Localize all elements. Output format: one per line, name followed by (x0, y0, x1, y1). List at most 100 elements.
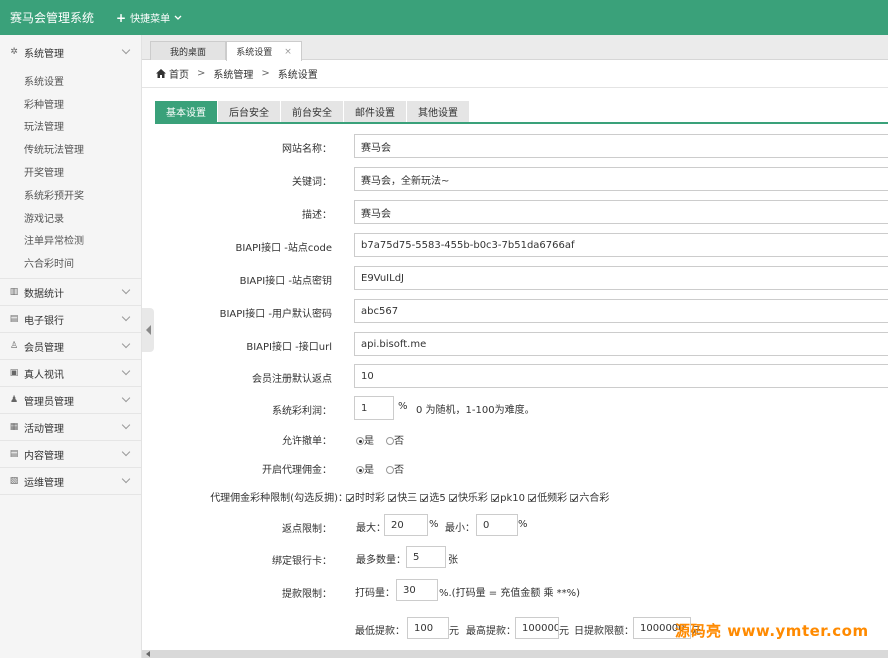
field-label: 代理佣金彩种限制(勾选反拥)： (210, 493, 348, 504)
sidebar-head-live[interactable]: ▣ 真人视讯 (0, 360, 141, 386)
checkbox-option[interactable]: 选5 (420, 493, 446, 504)
sidebar-head-activity[interactable]: ▦ 活动管理 (0, 414, 141, 440)
close-icon[interactable]: × (284, 47, 292, 57)
horizontal-scrollbar[interactable] (142, 650, 888, 658)
sidebar-item-draw-management[interactable]: 开奖管理 (0, 160, 141, 183)
radio-checked[interactable] (356, 466, 364, 474)
bank-card-count-input[interactable]: 5 (406, 546, 446, 568)
sidebar-head-stats[interactable]: ▥ 数据统计 (0, 279, 141, 305)
sidebar-head-label: 管理员管理 (24, 396, 74, 408)
chevron-down-icon (121, 447, 131, 457)
sidebar: ✲ 系统管理 系统设置 彩种管理 玩法管理 传统玩法管理 开奖管理 系统彩预开奖… (0, 35, 142, 658)
checkbox-option[interactable]: 快三 (388, 493, 417, 504)
checkbox[interactable] (528, 494, 537, 502)
tab-frontend-security[interactable]: 前台安全 (281, 101, 343, 122)
settings-tabs: 基本设置 后台安全 前台安全 邮件设置 其他设置 (155, 101, 888, 124)
tab-system-settings[interactable]: 系统设置 × (226, 41, 302, 61)
settings-form: 网站名称： 赛马会 关键词： 赛马会，全新玩法~ 描述： 赛马会 BIAPI接口… (142, 124, 888, 658)
tab-my-desktop[interactable]: 我的桌面 (150, 41, 226, 60)
bar-chart-icon: ▥ (9, 287, 19, 298)
sidebar-item-system-settings[interactable]: 系统设置 (0, 69, 141, 92)
allow-cancel-no[interactable]: 否 (386, 432, 404, 447)
biapi-key-input[interactable]: E9VuILdJ (354, 266, 888, 290)
checkbox[interactable] (388, 494, 397, 502)
field-label: 关键词： (292, 177, 332, 188)
sidebar-head-system[interactable]: ✲ 系统管理 (0, 35, 141, 69)
sidebar-group-admins: ♟ 管理员管理 (0, 387, 141, 415)
keywords-input[interactable]: 赛马会，全新玩法~ (354, 167, 888, 191)
field-label: 绑定银行卡： (272, 556, 332, 567)
sidebar-item-mark-six-time[interactable]: 六合彩时间 (0, 251, 141, 274)
biapi-code-input[interactable]: b7a75d75-5583-455b-b0c3-7b51da6766af (354, 233, 888, 257)
checkbox[interactable] (448, 494, 457, 502)
breadcrumb-home[interactable]: 首页 (169, 66, 189, 81)
radio-unchecked[interactable] (386, 466, 394, 474)
quick-menu-button[interactable]: + 快捷菜单 (116, 10, 182, 25)
checkbox-option[interactable]: 快乐彩 (448, 493, 488, 504)
sidebar-head-admins[interactable]: ♟ 管理员管理 (0, 387, 141, 413)
min-withdraw-input[interactable]: 100 (407, 617, 449, 639)
radio-checked[interactable] (356, 437, 364, 445)
allow-cancel-yes[interactable]: 是 (356, 432, 374, 447)
radio-unchecked[interactable] (386, 437, 394, 445)
gear-icon: ✲ (10, 47, 18, 57)
checkbox[interactable] (420, 494, 429, 502)
agent-commission-yes[interactable]: 是 (356, 461, 374, 476)
breadcrumb-separator: > (197, 68, 206, 79)
biapi-password-input[interactable]: abc567 (354, 299, 888, 323)
rebate-min-input[interactable]: 0 (476, 514, 518, 536)
checkbox[interactable] (570, 494, 579, 502)
calendar-icon: ▦ (9, 422, 19, 433)
breadcrumb-level1[interactable]: 系统管理 (213, 66, 253, 81)
field-label: BIAPI接口 -站点code (235, 243, 332, 254)
sidebar-head-content[interactable]: ▤ 内容管理 (0, 441, 141, 467)
tab-basic-settings[interactable]: 基本设置 (155, 101, 217, 122)
sidebar-item-traditional-rules[interactable]: 传统玩法管理 (0, 137, 141, 160)
field-label: 系统彩利润： (272, 406, 332, 417)
commission-lottery-checkboxes: 时时彩 快三 选5 快乐彩 pk10 低频彩 六合彩 (346, 489, 609, 504)
field-label: BIAPI接口 -站点密钥 (239, 276, 332, 287)
bet-volume-input[interactable]: 30 (396, 579, 438, 601)
site-name-input[interactable]: 赛马会 (354, 134, 888, 158)
sidebar-group-system: ✲ 系统管理 系统设置 彩种管理 玩法管理 传统玩法管理 开奖管理 系统彩预开奖… (0, 35, 141, 280)
tab-other-settings[interactable]: 其他设置 (407, 101, 469, 122)
chevron-down-icon (121, 420, 131, 430)
checkbox-option[interactable]: 低频彩 (528, 493, 567, 504)
profit-input[interactable]: 1 (354, 396, 394, 420)
max-label: 最大： (356, 523, 386, 534)
sidebar-item-lottery-types[interactable]: 彩种管理 (0, 92, 141, 115)
sidebar-head-ops[interactable]: ▧ 运维管理 (0, 468, 141, 494)
chevron-down-icon (121, 312, 131, 322)
rebate-max-input[interactable]: 20 (384, 514, 428, 536)
sidebar-item-play-rules[interactable]: 玩法管理 (0, 115, 141, 138)
tab-backend-security[interactable]: 后台安全 (218, 101, 280, 122)
agent-commission-no[interactable]: 否 (386, 461, 404, 476)
sidebar-item-game-records[interactable]: 游戏记录 (0, 206, 141, 229)
sidebar-head-label: 数据统计 (24, 288, 64, 300)
max-withdraw-input[interactable]: 1000000 (515, 617, 559, 639)
checkbox[interactable] (346, 494, 354, 502)
daily-limit-label: 日提款限额： (574, 626, 634, 637)
description-input[interactable]: 赛马会 (354, 200, 888, 224)
chevron-down-icon (121, 285, 131, 295)
biapi-url-input[interactable]: api.bisoft.me (354, 332, 888, 356)
percent-unit: % (429, 519, 439, 530)
field-label: 网站名称： (282, 144, 332, 155)
user-icon: ♙ (9, 341, 19, 352)
sidebar-head-bank[interactable]: ▤ 电子银行 (0, 306, 141, 332)
checkbox-option[interactable]: pk10 (491, 493, 525, 504)
sidebar-item-pre-draw[interactable]: 系统彩预开奖 (0, 183, 141, 206)
content-icon: ▤ (9, 449, 19, 460)
checkbox-option[interactable]: 时时彩 (346, 493, 385, 504)
sidebar-head-members[interactable]: ♙ 会员管理 (0, 333, 141, 359)
sidebar-item-bet-anomaly[interactable]: 注单异常检测 (0, 229, 141, 252)
checkbox[interactable] (491, 494, 500, 502)
rebate-input[interactable]: 10 (354, 364, 888, 388)
checkbox-option[interactable]: 六合彩 (570, 493, 609, 504)
tab-mail-settings[interactable]: 邮件设置 (344, 101, 406, 122)
breadcrumb: 首页 > 系统管理 > 系统设置 (142, 60, 888, 88)
sidebar-head-label: 内容管理 (24, 450, 64, 462)
tab-label: 我的桌面 (169, 47, 206, 58)
sidebar-group-stats: ▥ 数据统计 (0, 279, 141, 307)
scroll-left-icon[interactable] (146, 651, 150, 657)
